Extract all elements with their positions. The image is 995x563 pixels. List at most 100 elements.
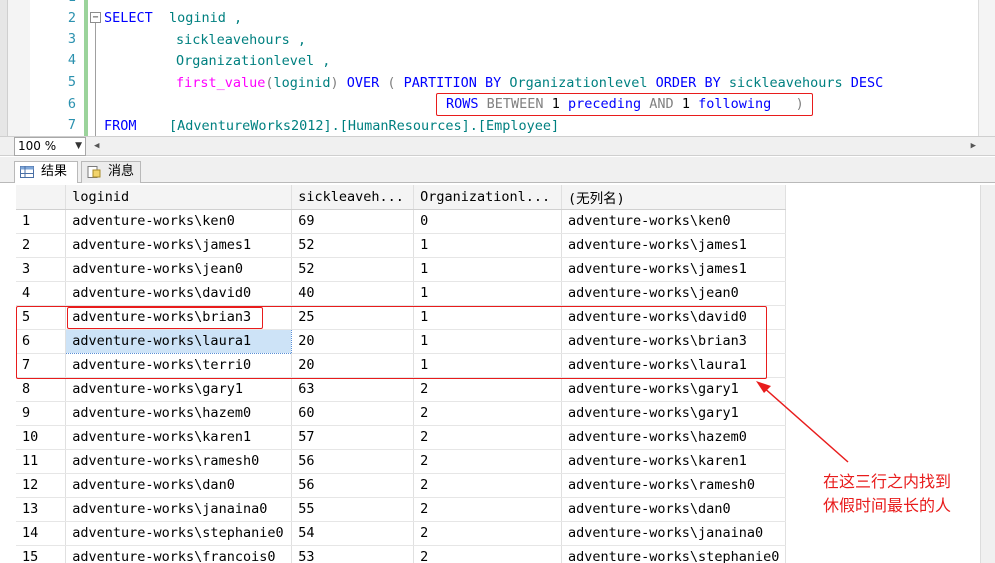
grid-cell[interactable]: adventure-works\hazem0: [561, 425, 786, 450]
grid-cell[interactable]: adventure-works\francois0: [65, 545, 293, 563]
table-row[interactable]: 4 adventure-works\david0 40 1 adventure-work…: [16, 281, 786, 306]
row-number[interactable]: 14: [16, 521, 67, 546]
grid-cell[interactable]: adventure-works\dan0: [65, 473, 293, 498]
table-row[interactable]: 9 adventure-works\hazem0 60 2 adventure-work…: [16, 401, 786, 426]
table-row[interactable]: 3 adventure-works\jean0 52 1 adventure-works…: [16, 257, 786, 282]
row-number[interactable]: 8: [16, 377, 67, 402]
grid-cell[interactable]: adventure-works\james1: [65, 233, 293, 258]
table-row[interactable]: 10 adventure-works\karen1 57 2 adventure-wor…: [16, 425, 786, 450]
grid-cell[interactable]: 2: [413, 497, 563, 522]
collapse-toggle-icon[interactable]: −: [90, 12, 101, 23]
column-header[interactable]: (无列名): [561, 185, 786, 210]
grid-cell[interactable]: adventure-works\janaina0: [561, 521, 786, 546]
code-line-7[interactable]: FROM [AdventureWorks2012].[HumanResource…: [104, 117, 559, 135]
grid-cell[interactable]: adventure-works\ken0: [65, 209, 293, 234]
grid-cell[interactable]: 2: [413, 545, 563, 563]
grid-cell[interactable]: 2: [413, 401, 563, 426]
identifier: Organizationlevel ,: [176, 53, 331, 69]
grid-cell[interactable]: adventure-works\ramesh0: [65, 449, 293, 474]
row-number[interactable]: 15: [16, 545, 67, 563]
row-number[interactable]: 3: [16, 257, 67, 282]
message-icon: [87, 166, 101, 178]
sql-editor[interactable]: 1 2 3 4 5 6 7 − SELECT loginid , sicklea…: [0, 0, 995, 136]
identifier: Organizationlevel: [509, 75, 648, 91]
table-row[interactable]: 13 adventure-works\janaina0 55 2 adventure-w…: [16, 497, 786, 522]
row-number[interactable]: 1: [16, 209, 67, 234]
grid-cell[interactable]: adventure-works\karen1: [65, 425, 293, 450]
grid-cell[interactable]: 56: [291, 449, 415, 474]
code-line-2[interactable]: SELECT loginid ,: [104, 9, 242, 27]
tab-messages[interactable]: 消息: [81, 161, 141, 183]
grid-cell[interactable]: 60: [291, 401, 415, 426]
column-header[interactable]: Organizationl...: [413, 185, 563, 210]
table-row[interactable]: 8 adventure-works\gary1 63 2 adventure-works…: [16, 377, 786, 402]
grid-cell[interactable]: 1: [413, 257, 563, 282]
grid-cell[interactable]: adventure-works\james1: [561, 233, 786, 258]
tab-results[interactable]: 结果: [14, 161, 78, 183]
grid-cell[interactable]: 55: [291, 497, 415, 522]
grid-cell[interactable]: 0: [413, 209, 563, 234]
grid-cell[interactable]: adventure-works\stephanie0: [561, 545, 786, 563]
grid-cell[interactable]: adventure-works\hazem0: [65, 401, 293, 426]
grid-cell[interactable]: adventure-works\janaina0: [65, 497, 293, 522]
code-line-5[interactable]: first_value(loginid) OVER ( PARTITION BY…: [176, 74, 883, 92]
identifier: loginid ,: [152, 10, 243, 26]
grid-cell[interactable]: 2: [413, 449, 563, 474]
grid-cell[interactable]: 69: [291, 209, 415, 234]
row-number[interactable]: 9: [16, 401, 67, 426]
grid-cell[interactable]: adventure-works\stephanie0: [65, 521, 293, 546]
grid-cell[interactable]: adventure-works\karen1: [561, 449, 786, 474]
table-row[interactable]: 1 adventure-works\ken0 69 0 adventure-works\…: [16, 209, 786, 234]
grid-cell[interactable]: 2: [413, 473, 563, 498]
keyword: OVER: [346, 75, 380, 91]
grid-cell[interactable]: 2: [413, 425, 563, 450]
grid-cell[interactable]: adventure-works\jean0: [561, 281, 786, 306]
grid-cell[interactable]: 57: [291, 425, 415, 450]
table-row[interactable]: 2 adventure-works\james1 52 1 adventure-work…: [16, 233, 786, 258]
table-row[interactable]: 14 adventure-works\stephanie0 54 2 adventure…: [16, 521, 786, 546]
scroll-right-icon[interactable]: ▶: [971, 141, 976, 151]
editor-vertical-scrollbar[interactable]: [978, 0, 995, 136]
line-number: 2: [67, 10, 76, 26]
grid-cell[interactable]: adventure-works\david0: [65, 281, 293, 306]
line-number: 3: [67, 31, 76, 47]
column-header[interactable]: [16, 185, 67, 210]
horizontal-scrollbar[interactable]: ◀ ▶: [92, 139, 978, 154]
code-line-3[interactable]: sickleavehours ,: [176, 31, 306, 49]
grid-cell[interactable]: adventure-works\gary1: [561, 377, 786, 402]
row-number[interactable]: 4: [16, 281, 67, 306]
grid-cell[interactable]: 2: [413, 377, 563, 402]
row-number[interactable]: 10: [16, 425, 67, 450]
grid-cell[interactable]: adventure-works\ken0: [561, 209, 786, 234]
table-row[interactable]: 15 adventure-works\francois0 53 2 adventure-…: [16, 545, 786, 563]
grid-cell[interactable]: 53: [291, 545, 415, 563]
grid-cell[interactable]: adventure-works\dan0: [561, 497, 786, 522]
grid-cell[interactable]: 63: [291, 377, 415, 402]
grid-cell[interactable]: 56: [291, 473, 415, 498]
grid-cell[interactable]: 52: [291, 257, 415, 282]
column-header[interactable]: loginid: [65, 185, 293, 210]
grid-cell[interactable]: 2: [413, 521, 563, 546]
grid-cell[interactable]: adventure-works\james1: [561, 257, 786, 282]
row-number[interactable]: 13: [16, 497, 67, 522]
chevron-down-icon[interactable]: ▼: [75, 138, 82, 155]
row-number[interactable]: 12: [16, 473, 67, 498]
grid-cell[interactable]: 1: [413, 281, 563, 306]
row-number[interactable]: 11: [16, 449, 67, 474]
grid-cell[interactable]: 54: [291, 521, 415, 546]
grid-icon: [20, 166, 34, 178]
grid-cell[interactable]: adventure-works\gary1: [561, 401, 786, 426]
grid-cell[interactable]: 40: [291, 281, 415, 306]
table-row[interactable]: 11 adventure-works\ramesh0 56 2 adventure-wo…: [16, 449, 786, 474]
grid-cell[interactable]: adventure-works\gary1: [65, 377, 293, 402]
grid-cell[interactable]: 52: [291, 233, 415, 258]
column-header[interactable]: sickleaveh...: [291, 185, 415, 210]
table-row[interactable]: 12 adventure-works\dan0 56 2 adventure-works…: [16, 473, 786, 498]
grid-cell[interactable]: 1: [413, 233, 563, 258]
zoom-select[interactable]: 100 % ▼: [14, 137, 86, 156]
grid-cell[interactable]: adventure-works\jean0: [65, 257, 293, 282]
scroll-left-icon[interactable]: ◀: [94, 141, 99, 151]
grid-cell[interactable]: adventure-works\ramesh0: [561, 473, 786, 498]
row-number[interactable]: 2: [16, 233, 67, 258]
code-line-4[interactable]: Organizationlevel ,: [176, 52, 330, 70]
